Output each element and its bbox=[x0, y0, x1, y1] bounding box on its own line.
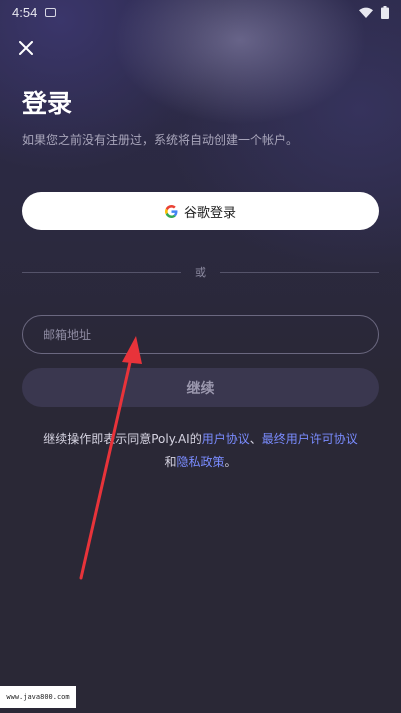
divider-line-right bbox=[220, 271, 379, 273]
divider-line-left bbox=[22, 271, 181, 273]
google-logo-icon bbox=[164, 204, 178, 218]
eula-link[interactable]: 最终用户许可协议 bbox=[262, 432, 358, 446]
close-button[interactable] bbox=[14, 36, 38, 60]
email-input[interactable] bbox=[22, 315, 379, 354]
battery-icon bbox=[381, 5, 389, 19]
terms-suffix: 。 bbox=[224, 455, 237, 469]
divider-label: 或 bbox=[195, 266, 206, 279]
terms-and: 和 bbox=[164, 455, 177, 469]
close-icon bbox=[19, 41, 33, 55]
page-title: 登录 bbox=[22, 89, 73, 118]
terms-text: 继续操作即表示同意Poly.AI的用户协议、最终用户许可协议和隐私政策。 bbox=[40, 428, 361, 474]
notification-icon bbox=[45, 7, 57, 17]
privacy-policy-link[interactable]: 隐私政策 bbox=[176, 455, 224, 469]
status-bar: 4:54 bbox=[0, 0, 401, 24]
page-subtitle: 如果您之前没有注册过，系统将自动创建一个帐户。 bbox=[22, 133, 299, 147]
user-agreement-link[interactable]: 用户协议 bbox=[202, 432, 250, 446]
terms-prefix: 继续操作即表示同意Poly.AI的 bbox=[43, 432, 202, 446]
google-login-button[interactable]: 谷歌登录 bbox=[22, 192, 379, 230]
watermark: www.java800.com bbox=[0, 686, 76, 708]
terms-separator: 、 bbox=[249, 432, 262, 446]
status-time: 4:54 bbox=[12, 4, 38, 20]
status-icons bbox=[359, 5, 389, 19]
or-divider: 或 bbox=[22, 264, 379, 280]
wifi-icon bbox=[359, 7, 373, 18]
google-login-label: 谷歌登录 bbox=[183, 205, 236, 221]
continue-button[interactable]: 继续 bbox=[22, 368, 379, 407]
